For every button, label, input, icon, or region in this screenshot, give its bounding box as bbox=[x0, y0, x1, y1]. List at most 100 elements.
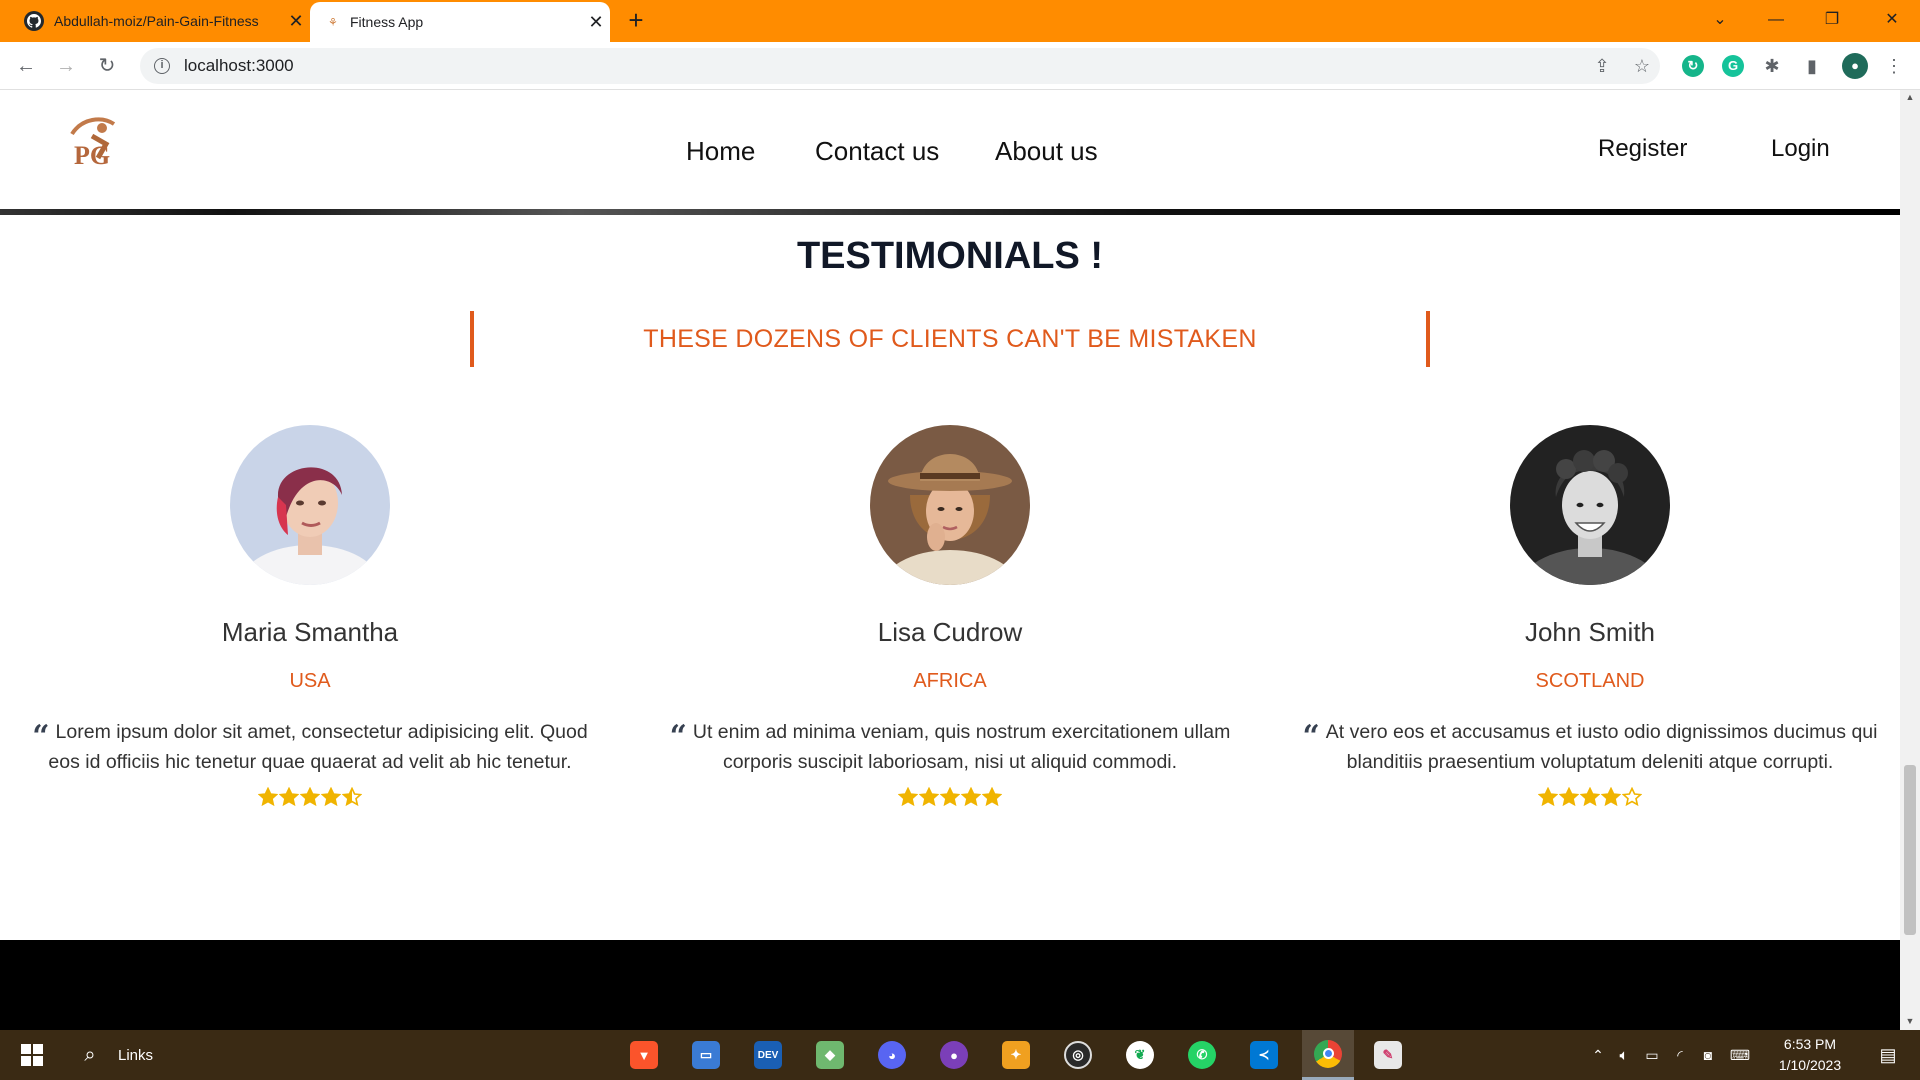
scroll-down-icon[interactable]: ▼ bbox=[1904, 1016, 1916, 1026]
star-full-icon bbox=[1580, 787, 1600, 807]
testimonial-quote-text: Lorem ipsum dolor sit amet, consectetur … bbox=[48, 721, 588, 773]
testimonials-section: TESTIMONIALS ! THESE DOZENS OF CLIENTS C… bbox=[0, 215, 1900, 940]
volume-icon[interactable]: 🔈︎ bbox=[1612, 1030, 1636, 1080]
subtitle-box: THESE DOZENS OF CLIENTS CAN'T BE MISTAKE… bbox=[470, 311, 1430, 367]
svg-text:PG: PG bbox=[74, 141, 110, 170]
side-panel-icon[interactable]: ▮ bbox=[1796, 50, 1828, 82]
testimonial-quote-text: At vero eos et accusamus et iusto odio d… bbox=[1325, 721, 1878, 773]
site-navbar: PG Home Contact us About us Register Log… bbox=[0, 90, 1900, 209]
chrome-icon[interactable] bbox=[1302, 1030, 1354, 1080]
tab-github[interactable]: Abdullah-moiz/Pain-Gain-Fitness ✕ bbox=[12, 0, 310, 42]
menu-kebab-icon[interactable]: ⋮ bbox=[1878, 50, 1910, 82]
avatar bbox=[230, 425, 390, 585]
rating-stars bbox=[650, 787, 1250, 807]
site-info-icon[interactable]: i bbox=[154, 58, 170, 74]
testimonial-country: USA bbox=[289, 670, 331, 692]
tab-title: Abdullah-moiz/Pain-Gain-Fitness bbox=[54, 13, 259, 29]
notification-icon[interactable]: ▤ bbox=[1868, 1030, 1908, 1080]
register-button[interactable]: Register bbox=[1598, 135, 1687, 163]
search-icon[interactable]: ⌕ bbox=[70, 1030, 110, 1080]
testimonial-quote: “Lorem ipsum dolor sit amet, consectetur… bbox=[10, 717, 610, 777]
testimonial-card: Maria Smantha USA “Lorem ipsum dolor sit… bbox=[10, 425, 610, 807]
windows-start-icon[interactable] bbox=[8, 1030, 56, 1080]
git-kraken-icon[interactable]: ✦ bbox=[992, 1030, 1040, 1080]
nav-about-link[interactable]: About us bbox=[995, 136, 1098, 167]
forward-icon[interactable]: → bbox=[50, 50, 82, 82]
minimize-icon[interactable]: — bbox=[1748, 0, 1804, 40]
tab-title: Fitness App bbox=[350, 14, 424, 30]
nav-contact-link[interactable]: Contact us bbox=[815, 136, 939, 167]
mongodb-icon[interactable]: ❦ bbox=[1116, 1030, 1164, 1080]
github-desktop-icon[interactable]: ● bbox=[930, 1030, 978, 1080]
dev-icon[interactable]: DEV bbox=[744, 1030, 792, 1080]
back-icon[interactable]: ← bbox=[10, 50, 42, 82]
paint-icon[interactable]: ✎ bbox=[1364, 1030, 1412, 1080]
star-full-icon bbox=[321, 787, 341, 807]
extension-refresh-icon[interactable]: ↻ bbox=[1682, 55, 1704, 77]
star-full-icon bbox=[279, 787, 299, 807]
nav-home-link[interactable]: Home bbox=[686, 136, 755, 167]
profile-avatar-icon[interactable]: ● bbox=[1842, 53, 1868, 79]
testimonial-card: John Smith SCOTLAND “At vero eos et accu… bbox=[1290, 425, 1890, 807]
testimonial-name: Maria Smantha bbox=[221, 617, 399, 647]
webcam-icon[interactable]: ◙ bbox=[1696, 1030, 1720, 1080]
tab-search-icon[interactable]: ⌄ bbox=[1692, 0, 1748, 40]
site-footer bbox=[0, 940, 1900, 1030]
restore-icon[interactable]: ❐ bbox=[1804, 0, 1860, 40]
battery-icon[interactable]: ▭ bbox=[1640, 1030, 1664, 1080]
keyboard-icon[interactable]: ⌨ bbox=[1724, 1030, 1756, 1080]
window-close-icon[interactable]: ✕ bbox=[1864, 0, 1920, 40]
browser-toolbar: ← → ↻ i localhost:3000 ⇪ ☆ ↻ G ✱ ▮ ● ⋮ bbox=[0, 42, 1920, 90]
star-full-icon bbox=[1559, 787, 1579, 807]
clock-date: 1/10/2023 bbox=[1778, 1057, 1842, 1073]
avatar bbox=[870, 425, 1030, 585]
obs-icon[interactable]: ◎ bbox=[1054, 1030, 1102, 1080]
extensions-puzzle-icon[interactable]: ✱ bbox=[1756, 50, 1788, 82]
tab-fitness-app[interactable]: ⚘ Fitness App ✕ bbox=[310, 2, 610, 42]
wifi-icon[interactable]: ◜ bbox=[1668, 1030, 1692, 1080]
rating-stars bbox=[10, 787, 610, 807]
testimonial-name: Lisa Cudrow bbox=[877, 617, 1023, 647]
testimonial-name: John Smith bbox=[1524, 617, 1656, 647]
new-tab-icon[interactable]: + bbox=[622, 6, 650, 34]
star-full-icon bbox=[1601, 787, 1621, 807]
star-half-icon bbox=[342, 787, 362, 807]
testimonials-subtitle: THESE DOZENS OF CLIENTS CAN'T BE MISTAKE… bbox=[643, 324, 1257, 353]
brave-icon[interactable]: ▼ bbox=[620, 1030, 668, 1080]
cube-icon[interactable]: ◆ bbox=[806, 1030, 854, 1080]
site-logo[interactable]: PG bbox=[62, 114, 138, 170]
taskbar-search-label[interactable]: Links bbox=[118, 1030, 168, 1080]
rating-stars bbox=[1290, 787, 1890, 807]
chevron-up-icon[interactable]: ⌃ bbox=[1586, 1030, 1610, 1080]
testimonial-card: Lisa Cudrow AFRICA “Ut enim ad minima ve… bbox=[650, 425, 1250, 807]
login-button[interactable]: Login bbox=[1771, 135, 1830, 163]
taskbar-clock[interactable]: 6:53 PM 1/10/2023 bbox=[1760, 1034, 1860, 1076]
avatar bbox=[1510, 425, 1670, 585]
star-full-icon bbox=[940, 787, 960, 807]
star-full-icon bbox=[982, 787, 1002, 807]
scroll-up-icon[interactable]: ▲ bbox=[1904, 92, 1916, 102]
whatsapp-icon[interactable]: ✆ bbox=[1178, 1030, 1226, 1080]
grammarly-icon[interactable]: G bbox=[1722, 55, 1744, 77]
browser-tab-strip: Abdullah-moiz/Pain-Gain-Fitness ✕ ⚘ Fitn… bbox=[0, 0, 1920, 42]
scroll-thumb[interactable] bbox=[1904, 765, 1916, 935]
github-icon bbox=[24, 11, 44, 31]
discord-icon[interactable]: ◕ bbox=[868, 1030, 916, 1080]
close-icon[interactable]: ✕ bbox=[582, 12, 610, 33]
vscode-icon[interactable]: ≺ bbox=[1240, 1030, 1288, 1080]
quote-icon: “ bbox=[1302, 719, 1320, 754]
url-text: localhost:3000 bbox=[184, 56, 294, 75]
share-icon[interactable]: ⇪ bbox=[1586, 50, 1618, 82]
bookmark-star-icon[interactable]: ☆ bbox=[1626, 50, 1658, 82]
quote-icon: “ bbox=[669, 719, 687, 754]
reload-icon[interactable]: ↻ bbox=[91, 50, 123, 82]
app-favicon-icon: ⚘ bbox=[328, 17, 338, 29]
file-explorer-icon[interactable]: ▭ bbox=[682, 1030, 730, 1080]
testimonial-quote: “At vero eos et accusamus et iusto odio … bbox=[1290, 717, 1890, 777]
windows-taskbar: ⌕ Links ▼ ▭ DEV ◆ ◕ ● ✦ ◎ ❦ ✆ ≺ ✎ ⌃ 🔈︎ ▭… bbox=[0, 1030, 1920, 1080]
address-bar[interactable]: i localhost:3000 bbox=[140, 48, 1660, 84]
page-scrollbar[interactable]: ▲ ▼ bbox=[1900, 90, 1920, 1030]
star-empty-icon bbox=[1622, 787, 1642, 807]
testimonials-heading: TESTIMONIALS ! bbox=[796, 235, 1104, 277]
close-icon[interactable]: ✕ bbox=[282, 11, 310, 32]
